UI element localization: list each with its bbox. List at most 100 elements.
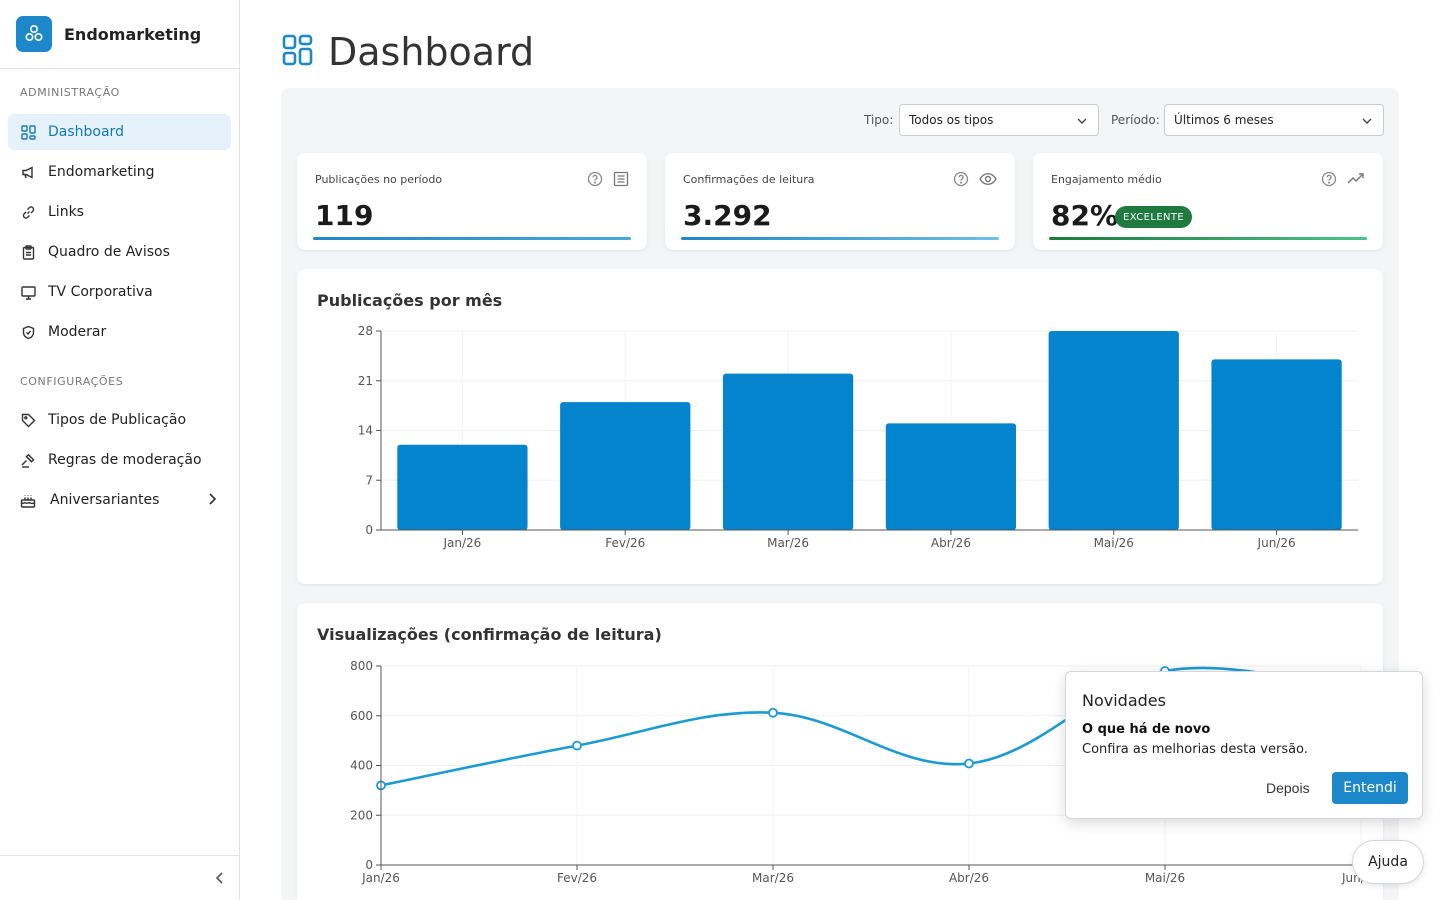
tipo-filter-label: Tipo: — [864, 113, 894, 127]
bar — [885, 423, 1017, 530]
x-tick-label: Jan/26 — [443, 536, 482, 550]
kpi-card-publicacoes: Publicações no período 119 — [297, 153, 647, 250]
tag-icon — [20, 412, 36, 428]
section-label-config: CONFIGURAÇÕES — [20, 375, 124, 388]
bar — [397, 444, 528, 530]
bar — [722, 373, 854, 530]
sidebar-item-label: Regras de moderação — [48, 452, 202, 468]
link-icon — [20, 204, 36, 220]
help-circle-icon[interactable] — [1321, 171, 1337, 191]
y-tick-label: 200 — [350, 808, 373, 822]
sidebar: Endomarketing ADMINISTRAÇÃO Dashboard En… — [0, 0, 240, 900]
x-tick-label: Mai/26 — [1094, 536, 1134, 550]
kpi-accent-bar — [681, 237, 999, 240]
y-tick-label: 21 — [358, 374, 373, 388]
sidebar-item-label: Tipos de Publicação — [48, 412, 187, 428]
page-title: Dashboard — [328, 30, 535, 74]
data-point — [768, 707, 778, 718]
brand-logo-icon — [16, 16, 52, 52]
help-circle-icon[interactable] — [587, 171, 603, 191]
y-tick-label: 14 — [358, 424, 373, 438]
chart-card-publicacoes: Publicações por mês 0 7 14 21 28 Jan/26 Fev/26… — [297, 269, 1383, 584]
kpi-card-confirmacoes: Confirmações de leitura 3.292 — [665, 153, 1015, 250]
kpi-value: 119 — [315, 199, 374, 232]
periodo-filter-label: Período: — [1111, 113, 1160, 127]
kpi-value: 82% — [1051, 199, 1119, 232]
sidebar-item-regras-de-moderacao[interactable]: Regras de moderação — [8, 442, 231, 478]
y-tick-label: 800 — [350, 659, 373, 673]
x-tick-label: Mai/26 — [1145, 871, 1185, 885]
popup-title: Novidades — [1082, 691, 1166, 710]
kpi-value: 3.292 — [683, 199, 772, 232]
y-tick-label: 7 — [365, 473, 373, 487]
sidebar-item-dashboard[interactable]: Dashboard — [8, 114, 231, 150]
sidebar-item-aniversariantes[interactable]: Aniversariantes — [8, 482, 231, 518]
sidebar-item-label: Endomarketing — [48, 164, 155, 180]
later-button[interactable]: Depois — [1254, 772, 1322, 804]
bar — [560, 402, 691, 530]
sidebar-item-quadro-de-avisos[interactable]: Quadro de Avisos — [8, 234, 231, 270]
popup-description: Confira as melhorias desta versão. — [1082, 742, 1308, 757]
sidebar-footer — [0, 855, 239, 900]
sidebar-item-tipos-de-publicacao[interactable]: Tipos de Publicação — [8, 402, 231, 438]
y-tick-label: 400 — [350, 759, 373, 773]
y-tick-label: 28 — [358, 324, 373, 338]
kpi-card-engajamento: Engajamento médio 82% EXCELENTE — [1033, 153, 1383, 250]
bar-chart: 0 7 14 21 28 Jan/26 Fev/26 Mar/26 Abr/26 Mai/26 Ju… — [358, 324, 1358, 550]
megaphone-icon — [20, 164, 36, 180]
gavel-icon — [20, 452, 36, 468]
periodo-select-value: Últimos 6 meses — [1174, 113, 1274, 127]
bar — [1048, 331, 1179, 530]
understood-button[interactable]: Entendi — [1332, 772, 1408, 804]
brand-name: Endomarketing — [64, 24, 202, 44]
x-tick-label: Abr/26 — [931, 536, 971, 550]
kpi-label: Confirmações de leitura — [683, 173, 815, 186]
x-tick-label: Jan/26 — [361, 871, 400, 885]
sidebar-item-label: TV Corporativa — [48, 284, 153, 300]
clipboard-icon — [20, 244, 36, 260]
bar — [1211, 359, 1342, 530]
help-button[interactable]: Ajuda — [1352, 840, 1424, 884]
brand[interactable]: Endomarketing — [0, 0, 239, 69]
y-tick-label: 0 — [365, 858, 373, 872]
sidebar-item-links[interactable]: Links — [8, 194, 231, 230]
x-tick-label: Jun/26 — [1257, 536, 1296, 550]
shield-icon — [20, 324, 36, 340]
kpi-label: Engajamento médio — [1051, 173, 1162, 186]
tipo-select[interactable]: Todos os tipos — [899, 104, 1099, 136]
periodo-select[interactable]: Últimos 6 meses — [1164, 104, 1384, 136]
collapse-sidebar-icon[interactable] — [215, 870, 225, 889]
page-header: Dashboard — [282, 30, 534, 74]
document-icon — [613, 171, 629, 191]
chevron-down-icon — [1361, 115, 1373, 129]
eye-icon — [979, 171, 997, 191]
status-badge: EXCELENTE — [1115, 206, 1193, 228]
help-circle-icon[interactable] — [953, 171, 969, 191]
y-tick-label: 0 — [365, 523, 373, 537]
dashboard-icon — [20, 124, 36, 140]
x-tick-label: Fev/26 — [605, 536, 645, 550]
y-tick-label: 600 — [350, 709, 373, 723]
x-tick-label: Fev/26 — [557, 871, 597, 885]
chevron-right-icon — [207, 492, 217, 510]
dashboard-icon — [282, 34, 314, 70]
sidebar-item-label: Links — [48, 204, 84, 220]
sidebar-item-label: Dashboard — [48, 124, 124, 140]
data-point — [572, 740, 582, 751]
sidebar-item-endomarketing[interactable]: Endomarketing — [8, 154, 231, 190]
sidebar-item-tv-corporativa[interactable]: TV Corporativa — [8, 274, 231, 310]
sidebar-item-label: Moderar — [48, 324, 107, 340]
sidebar-item-moderar[interactable]: Moderar — [8, 314, 231, 350]
sidebar-item-label: Aniversariantes — [50, 492, 160, 508]
x-tick-label: Mar/26 — [767, 536, 809, 550]
monitor-icon — [20, 284, 36, 300]
kpi-accent-bar — [313, 237, 631, 240]
popup-subtitle: O que há de novo — [1082, 722, 1211, 737]
trend-up-icon — [1347, 171, 1365, 191]
cake-icon — [20, 492, 36, 508]
kpi-label: Publicações no período — [315, 173, 443, 186]
x-tick-label: Abr/26 — [949, 871, 989, 885]
chevron-down-icon — [1076, 115, 1088, 129]
kpi-accent-bar — [1049, 237, 1367, 240]
sidebar-item-label: Quadro de Avisos — [48, 244, 170, 260]
